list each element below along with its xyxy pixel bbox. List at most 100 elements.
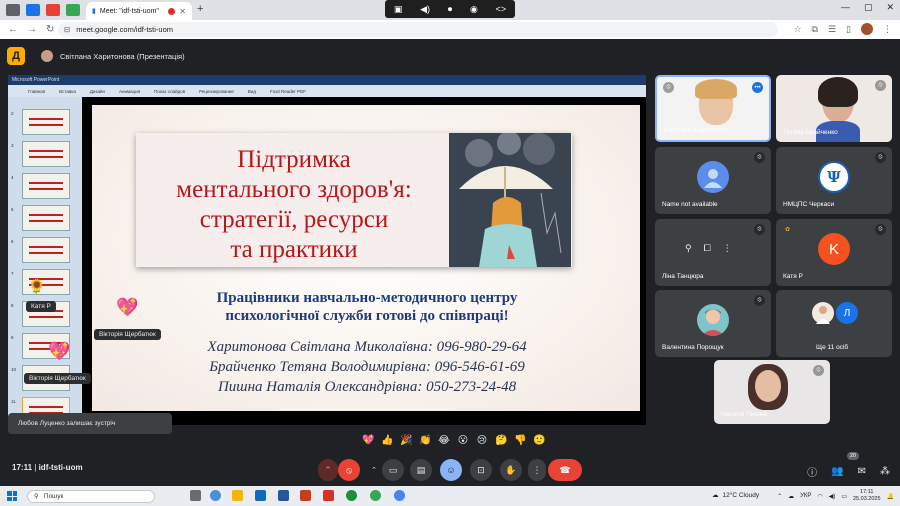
- party-popper-emoji[interactable]: 🎉: [400, 435, 412, 446]
- pinned-tab-gmail[interactable]: [46, 4, 60, 16]
- emoji-button[interactable]: ☺: [440, 459, 462, 481]
- participant-tile[interactable]: ⚲ ⧠ ⋮ ⦸ Ліна Танцюра: [655, 219, 771, 286]
- close-window-icon[interactable]: ✕: [886, 2, 894, 13]
- bookmark-star-icon[interactable]: ☆: [793, 24, 801, 35]
- laughing-emoji[interactable]: 😂: [438, 435, 450, 446]
- audio-options-button[interactable]: ⌃: [318, 459, 338, 481]
- file-explorer-icon[interactable]: [232, 490, 243, 501]
- mic-toggle-button[interactable]: ⦸: [338, 459, 360, 481]
- chrome-profile-icon[interactable]: [370, 490, 381, 501]
- extensions-icon[interactable]: ⧉: [812, 24, 818, 35]
- camera-icon[interactable]: ▣: [394, 4, 403, 15]
- language-indicator[interactable]: УКР: [800, 493, 811, 499]
- slide-thumbnail[interactable]: [22, 109, 70, 135]
- word-icon[interactable]: [278, 490, 289, 501]
- tray-overflow-icon[interactable]: ⌃: [777, 493, 782, 500]
- surprised-emoji[interactable]: 😮: [457, 435, 469, 446]
- record-icon[interactable]: ◉: [470, 4, 478, 15]
- participant-tile-self[interactable]: ⦸ Наталія Пишна: [714, 360, 830, 424]
- captions-button[interactable]: ▤: [410, 459, 432, 481]
- site-info-icon[interactable]: ⊟: [64, 25, 70, 34]
- notifications-icon[interactable]: 🔔: [887, 493, 894, 500]
- crying-emoji[interactable]: 😢: [476, 435, 488, 446]
- wifi-icon[interactable]: ◠: [817, 493, 822, 500]
- pinned-tab-3[interactable]: [66, 4, 80, 16]
- edge-icon[interactable]: [255, 490, 266, 501]
- participant-tile[interactable]: Ψ ⦸ НМЦПС Черкаси: [776, 147, 892, 214]
- mic-off-icon: ⦸: [813, 365, 824, 376]
- ppt-tab-review[interactable]: Рецензирование: [199, 89, 234, 94]
- side-panel-icon[interactable]: ▯: [846, 24, 851, 35]
- thumbs-down-emoji[interactable]: 👎: [514, 435, 526, 446]
- chat-icon[interactable]: ✉: [858, 466, 866, 477]
- close-tab-icon[interactable]: ✕: [179, 7, 186, 16]
- reload-icon[interactable]: ↻: [46, 24, 54, 35]
- windows-start-icon[interactable]: [7, 491, 17, 501]
- reading-list-icon[interactable]: ☰: [828, 24, 836, 35]
- profile-avatar[interactable]: [861, 23, 873, 35]
- info-icon[interactable]: ⓘ: [807, 464, 817, 479]
- sparkling-heart-emoji[interactable]: 💖: [362, 435, 374, 446]
- pin-icon[interactable]: ⚲: [685, 243, 692, 254]
- task-view-icon[interactable]: [190, 490, 201, 501]
- participant-tile[interactable]: ⦸ Name not available: [655, 147, 771, 214]
- ppt-tab-view[interactable]: Вид: [248, 89, 256, 94]
- forward-icon[interactable]: →: [27, 24, 37, 35]
- speaker-icon[interactable]: ◀): [829, 493, 836, 500]
- media-app-icon[interactable]: [323, 490, 334, 501]
- browser-menu-icon[interactable]: ⋮: [883, 24, 892, 35]
- pinned-tab-1[interactable]: [26, 4, 40, 16]
- minimize-icon[interactable]: —: [841, 2, 850, 13]
- thinking-emoji[interactable]: 🤔: [495, 435, 507, 446]
- taskbar-search[interactable]: ⚲ Пошук: [27, 489, 155, 503]
- thumb-number: 7: [11, 271, 14, 276]
- weather-widget[interactable]: ☁ 12°C Cloudy: [712, 491, 759, 500]
- ppt-tab-foxit[interactable]: Foxit Reader PDF: [270, 89, 306, 94]
- powerpoint-icon[interactable]: [300, 490, 311, 501]
- people-icon[interactable]: 👥: [831, 466, 843, 477]
- video-options-button[interactable]: ⌃: [368, 459, 380, 481]
- code-icon[interactable]: <>: [496, 4, 507, 14]
- ppt-tab-design[interactable]: Дизайн: [90, 89, 105, 94]
- volume-icon[interactable]: ◀): [420, 4, 430, 15]
- participant-tile[interactable]: ⦸ Тетяна Брайченко: [776, 75, 892, 142]
- chrome-icon[interactable]: [346, 490, 357, 501]
- camera-toggle-button[interactable]: ▭: [382, 459, 404, 481]
- tile-more-options-icon[interactable]: •••: [752, 82, 763, 93]
- maximize-icon[interactable]: ▢: [864, 2, 873, 13]
- mic-icon[interactable]: ⏺: [448, 4, 453, 15]
- tab-menu-icon[interactable]: [6, 4, 20, 16]
- copilot-icon[interactable]: [210, 490, 221, 501]
- slide-thumbnail[interactable]: [22, 173, 70, 199]
- back-icon[interactable]: ←: [8, 24, 18, 35]
- tab-meet[interactable]: ▮ Meet: "idf-tsti-uom" ✕: [86, 2, 192, 20]
- participant-tile[interactable]: ⦸ ••• Світлана Харитонова: [655, 75, 771, 142]
- url-input[interactable]: ⊟ meet.google.com/idf-tsti-uom: [58, 22, 778, 37]
- participant-photo: [697, 304, 729, 336]
- battery-icon[interactable]: ▭: [841, 493, 847, 500]
- participant-tile[interactable]: ⦸ Валентина Порощук: [655, 290, 771, 357]
- chrome-meet-icon[interactable]: [394, 490, 405, 501]
- raise-hand-button[interactable]: ✋: [500, 459, 522, 481]
- skin-tone-selector[interactable]: 🙂: [533, 435, 545, 446]
- participant-tile[interactable]: K ✿ ⦸ Катя Р: [776, 219, 892, 286]
- participant-tile-group[interactable]: Л Ще 11 осіб: [776, 290, 892, 357]
- onedrive-icon[interactable]: ☁: [788, 493, 794, 500]
- new-tab-button[interactable]: +: [197, 3, 203, 15]
- slide-thumbnail[interactable]: [22, 205, 70, 231]
- leave-call-button[interactable]: ☎: [548, 459, 582, 481]
- slide-thumbnail[interactable]: [22, 237, 70, 263]
- slide-thumbnail[interactable]: [22, 141, 70, 167]
- ppt-tab-insert[interactable]: Вставка: [59, 89, 76, 94]
- frame-icon[interactable]: ⧠: [704, 243, 711, 254]
- activities-icon[interactable]: ⁂: [880, 466, 890, 477]
- thumbs-up-emoji[interactable]: 👍: [381, 435, 393, 446]
- taskbar-clock[interactable]: 17:11 25.03.2025: [853, 489, 881, 503]
- tile-more-icon[interactable]: ⋮: [723, 243, 732, 254]
- ppt-tab-slideshow[interactable]: Показ слайдов: [154, 89, 185, 94]
- ppt-tab-animation[interactable]: Анимация: [119, 89, 140, 94]
- present-button[interactable]: ⊡: [470, 459, 492, 481]
- more-options-button[interactable]: ⋮: [528, 459, 546, 481]
- ppt-tab-home[interactable]: Главная: [28, 89, 45, 94]
- clapping-emoji[interactable]: 👏: [419, 435, 431, 446]
